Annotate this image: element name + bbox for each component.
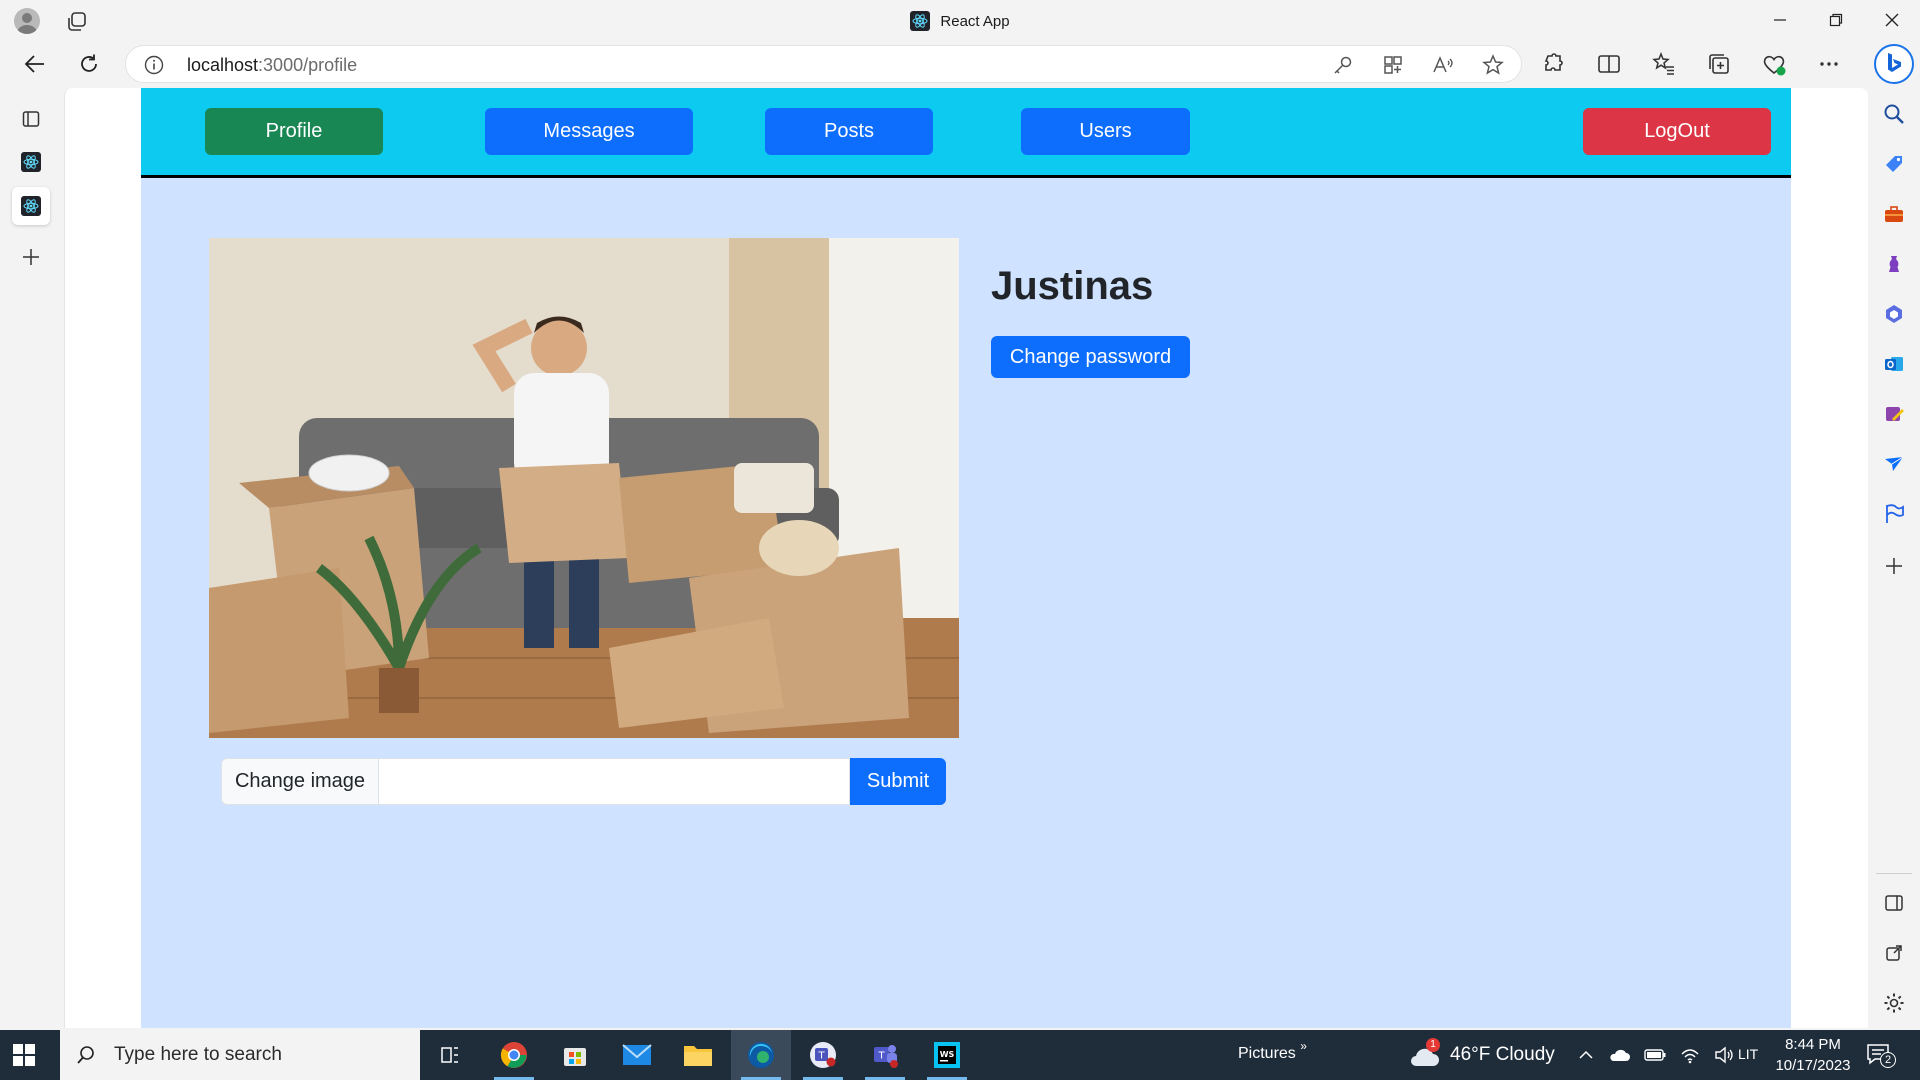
react-app-root: Profile Messages Posts Users LogOut Just… [141, 88, 1791, 1028]
address-bar[interactable]: localhost:3000/profile [125, 45, 1522, 83]
key-icon[interactable] [1331, 53, 1355, 77]
webstorm-icon[interactable]: WS [917, 1030, 977, 1080]
notification-center-icon[interactable]: 2 [1866, 1042, 1896, 1068]
onedrive-cloud-icon[interactable] [1608, 1047, 1630, 1063]
volume-icon[interactable] [1714, 1046, 1734, 1064]
vertical-tabs-panel [0, 88, 64, 1030]
profile-nav-button[interactable]: Profile [205, 108, 383, 155]
change-image-form: Change image Submit [221, 758, 946, 805]
svg-text:WS: WS [940, 1050, 955, 1059]
url-path: :3000/profile [258, 55, 358, 75]
weather-alert-badge: 1 [1426, 1038, 1440, 1052]
flag-icon[interactable] [1882, 502, 1906, 526]
teams-work-icon[interactable]: T [855, 1030, 915, 1080]
change-image-label: Change image [221, 758, 379, 805]
profile-username: Justinas [991, 264, 1154, 308]
microsoft-365-icon[interactable] [1882, 302, 1906, 326]
clock-time: 8:44 PM [1785, 1036, 1841, 1053]
chevron-right-icon: » [1300, 1039, 1307, 1053]
search-icon [76, 1045, 96, 1065]
wifi-icon[interactable] [1680, 1046, 1700, 1064]
open-external-icon[interactable] [1882, 941, 1906, 965]
input-language-indicator[interactable]: LIT [1738, 1046, 1758, 1062]
edge-browser-icon[interactable] [731, 1030, 791, 1080]
url-text[interactable]: localhost:3000/profile [187, 55, 357, 76]
react-favicon-icon [910, 11, 931, 31]
file-explorer-icon[interactable] [668, 1030, 728, 1080]
restore-icon[interactable] [1808, 0, 1864, 40]
back-arrow-icon[interactable] [20, 50, 50, 78]
weather-text: 46°F Cloudy [1450, 1044, 1555, 1065]
hide-sidebar-icon[interactable] [1882, 891, 1906, 915]
image-url-input[interactable] [379, 758, 850, 805]
add-sidebar-app-plus-icon[interactable] [1882, 554, 1906, 578]
browser-essentials-icon[interactable] [1760, 50, 1788, 78]
copilot-icon[interactable] [1874, 44, 1914, 84]
show-hidden-icons-chevron-up-icon[interactable] [1578, 1047, 1594, 1063]
collections-icon[interactable] [1705, 50, 1733, 78]
cloudy-weather-icon: 1 [1408, 1038, 1440, 1068]
users-nav-button[interactable]: Users [1021, 108, 1190, 155]
favorites-icon[interactable] [1650, 50, 1678, 78]
site-info-icon[interactable] [144, 55, 164, 75]
teams-personal-icon[interactable]: T [793, 1030, 853, 1080]
browser-toolbar: localhost:3000/profile [0, 40, 1920, 88]
page-viewport: Profile Messages Posts Users LogOut Just… [64, 88, 1868, 1028]
close-icon[interactable] [1864, 0, 1920, 40]
notification-count-badge: 2 [1880, 1052, 1896, 1068]
split-screen-icon[interactable] [1595, 50, 1623, 78]
read-aloud-icon[interactable] [1431, 53, 1455, 77]
battery-icon[interactable] [1644, 1048, 1666, 1062]
search-icon[interactable] [1882, 102, 1906, 126]
messages-nav-button[interactable]: Messages [485, 108, 693, 155]
svg-text:T: T [817, 1051, 825, 1062]
weather-widget[interactable]: 1 46°F Cloudy [1408, 1038, 1555, 1068]
microsoft-store-icon[interactable] [545, 1030, 605, 1080]
minimize-icon[interactable] [1752, 0, 1808, 40]
tab-react-app[interactable] [12, 143, 50, 181]
taskbar-search-placeholder: Type here to search [114, 1044, 282, 1065]
logout-button[interactable]: LogOut [1583, 108, 1771, 155]
browser-title-bar: React App [0, 0, 1920, 40]
app-navbar: Profile Messages Posts Users LogOut [141, 88, 1791, 178]
shopping-tag-icon[interactable] [1882, 152, 1906, 176]
task-view-icon[interactable] [420, 1030, 480, 1080]
tab-actions-icon[interactable] [12, 100, 50, 138]
submit-image-button[interactable]: Submit [850, 758, 946, 805]
windows-start-icon[interactable] [12, 1043, 36, 1067]
sidebar-settings-gear-icon[interactable] [1882, 991, 1906, 1015]
pictures-toolbar[interactable]: Pictures » [1238, 1039, 1307, 1063]
refresh-icon[interactable] [74, 50, 104, 78]
profile-image [209, 238, 959, 738]
edge-sidebar [1868, 88, 1920, 1030]
new-tab-plus-icon[interactable] [12, 238, 50, 276]
pictures-label: Pictures [1238, 1045, 1296, 1062]
change-password-button[interactable]: Change password [991, 336, 1190, 378]
taskbar-clock[interactable]: 8:44 PM 10/17/2023 [1770, 1034, 1856, 1076]
sidebar-divider [1876, 873, 1912, 874]
tools-briefcase-icon[interactable] [1882, 202, 1906, 226]
windows-taskbar: Type here to search T T WS Pictures » 1 … [0, 1030, 1920, 1080]
window-title: React App [0, 11, 1920, 31]
favorite-star-icon[interactable] [1481, 53, 1505, 77]
system-tray [1578, 1046, 1734, 1064]
tab-react-app-active[interactable] [12, 187, 50, 225]
svg-text:T: T [877, 1051, 885, 1062]
outlook-icon[interactable] [1882, 352, 1906, 376]
extensions-icon[interactable] [1540, 50, 1568, 78]
send-feedback-icon[interactable] [1882, 452, 1906, 476]
url-host: localhost [187, 55, 259, 75]
designer-icon[interactable] [1882, 402, 1906, 426]
clock-date: 10/17/2023 [1775, 1057, 1851, 1074]
window-title-text: React App [940, 12, 1010, 30]
games-chess-icon[interactable] [1882, 252, 1906, 276]
react-favicon-icon [21, 196, 41, 216]
posts-nav-button[interactable]: Posts [765, 108, 933, 155]
react-favicon-icon [21, 152, 41, 172]
chrome-icon[interactable] [484, 1030, 544, 1080]
taskbar-search-box[interactable]: Type here to search [60, 1030, 420, 1080]
mail-icon[interactable] [607, 1030, 667, 1080]
app-available-icon[interactable] [1381, 53, 1405, 77]
more-options-icon[interactable] [1815, 50, 1843, 78]
